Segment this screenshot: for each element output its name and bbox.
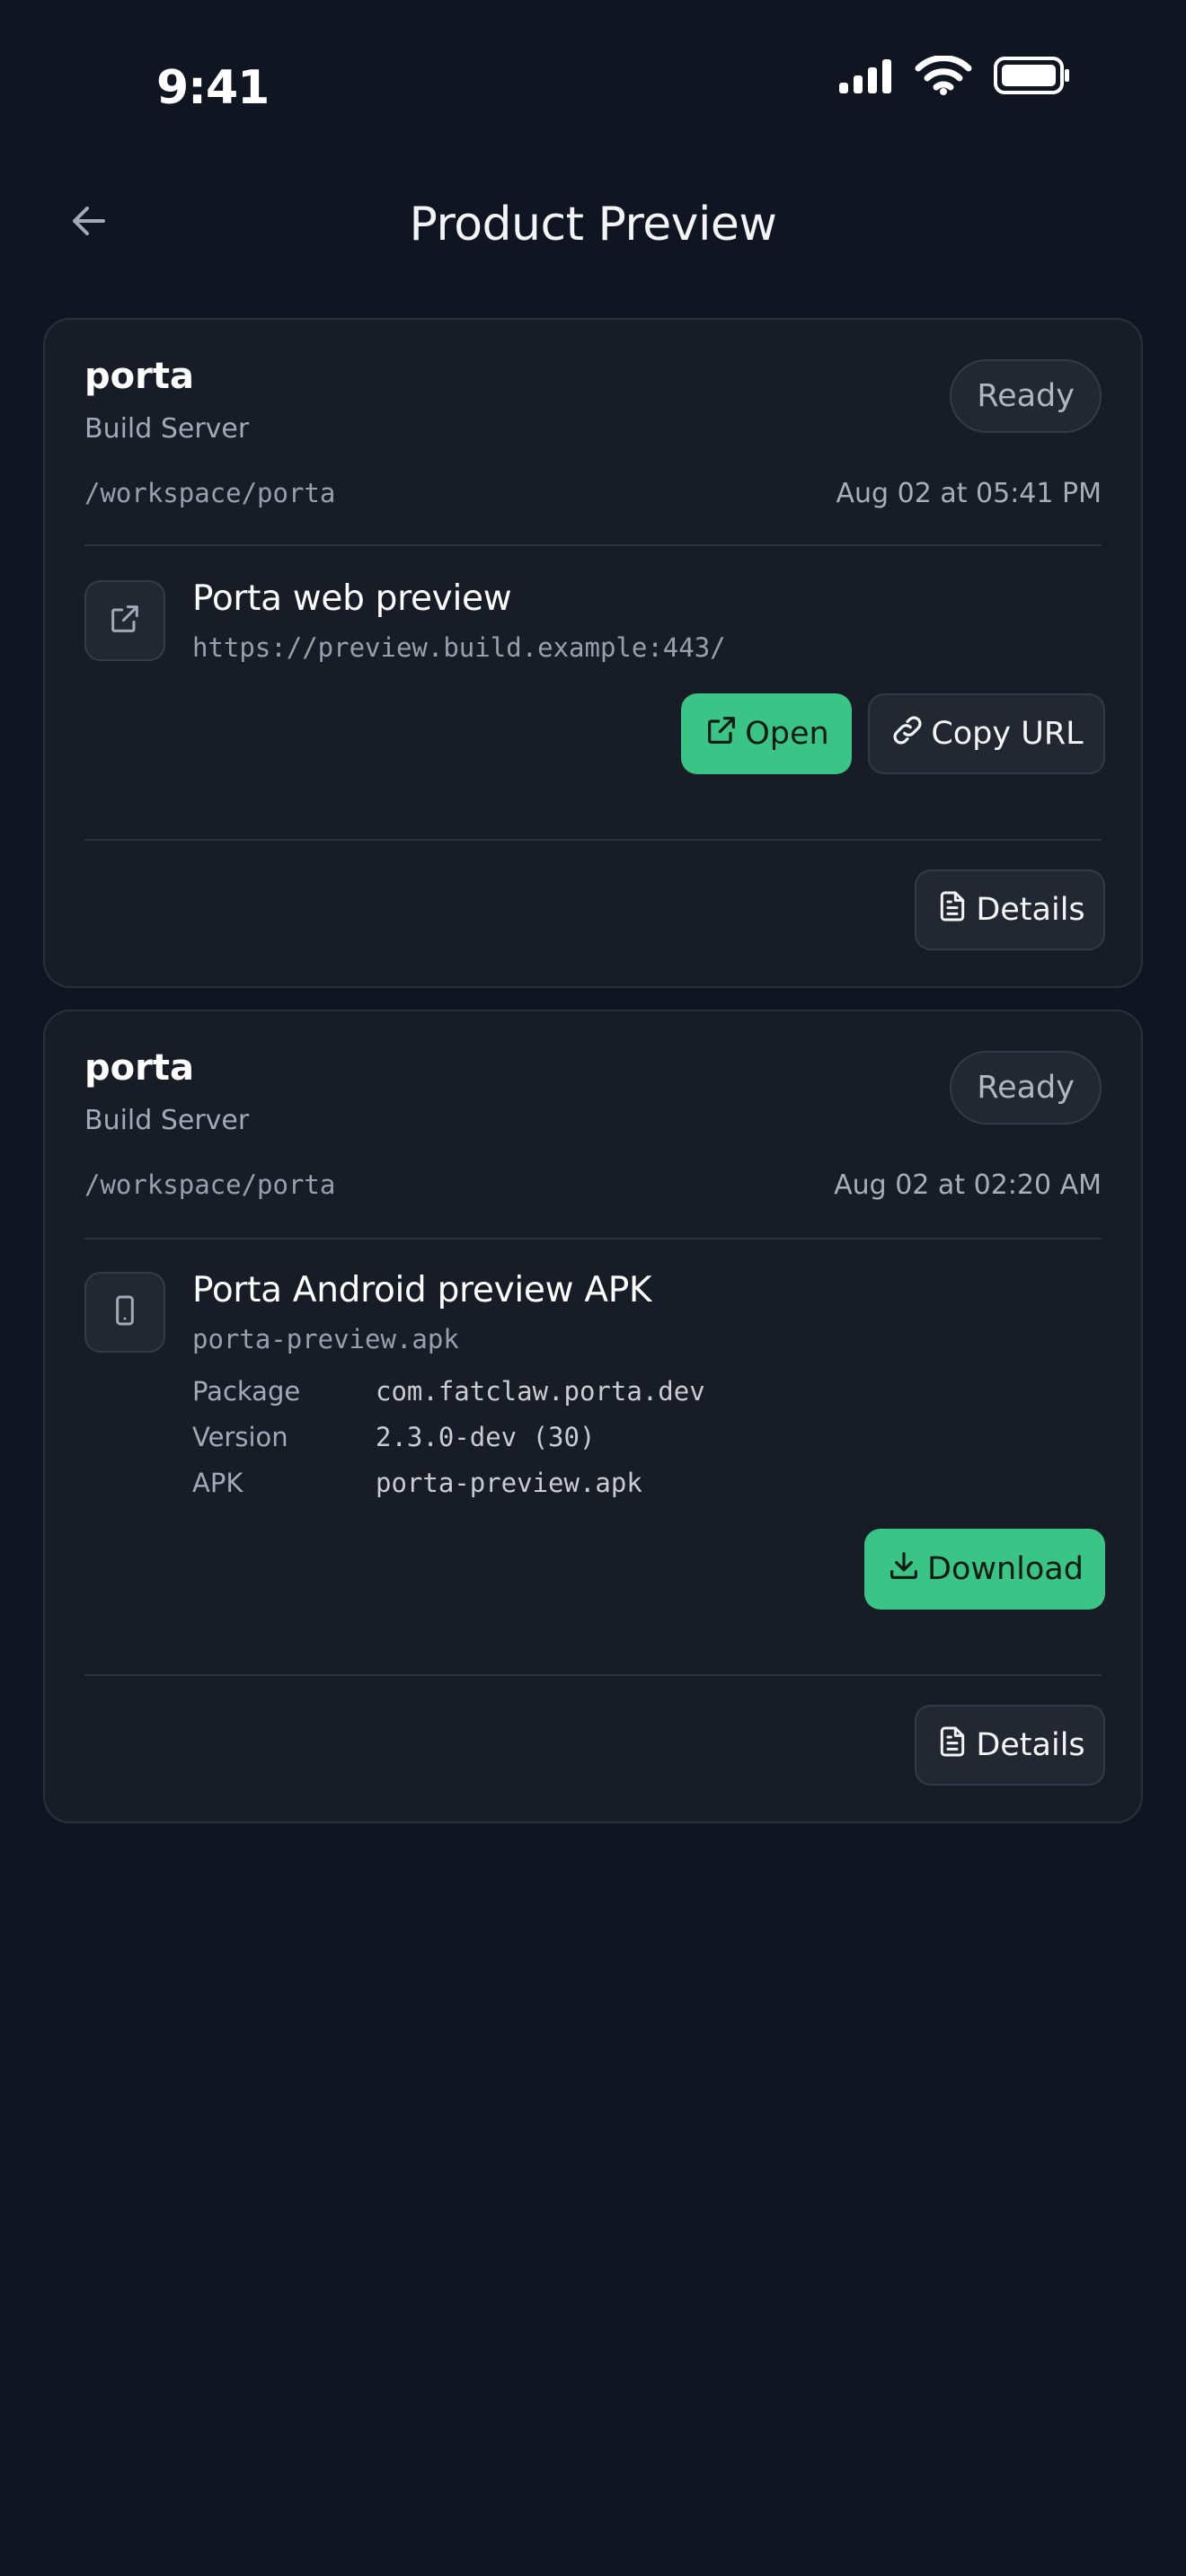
apk-filename: porta-preview.apk: [192, 1324, 459, 1354]
details-button[interactable]: Details: [915, 1705, 1105, 1786]
build-date: Aug 02 at 02:20 AM: [834, 1169, 1102, 1201]
status-bar: 9:41: [0, 0, 1186, 153]
divider: [84, 544, 1102, 546]
smartphone-icon: [107, 1292, 143, 1333]
item-icon-box: [84, 1272, 165, 1353]
workspace-path: /workspace/porta: [84, 478, 336, 508]
external-link-icon: [704, 712, 739, 756]
workspace-path: /workspace/porta: [84, 1169, 336, 1200]
divider: [84, 839, 1102, 841]
open-label: Open: [745, 716, 829, 752]
apk-label: APK: [192, 1468, 243, 1498]
package-row: Package com.fatclaw.porta.dev: [192, 1376, 705, 1407]
preview-card-apk: porta Build Server Ready /workspace/port…: [43, 1010, 1143, 1823]
item-icon-box: [84, 580, 165, 661]
details-label: Details: [976, 892, 1085, 928]
link-icon: [890, 712, 925, 756]
project-name: porta: [84, 356, 194, 397]
build-date: Aug 02 at 05:41 PM: [836, 478, 1102, 509]
package-value: com.fatclaw.porta.dev: [376, 1376, 705, 1407]
status-icons: [839, 55, 1071, 100]
preview-url: https://preview.build.example:443/: [192, 632, 726, 663]
cellular-signal-icon: [839, 57, 893, 98]
header: Product Preview: [0, 176, 1186, 275]
document-icon: [934, 888, 970, 932]
product-preview-screen: 9:41 Product Preview porta Build Server …: [0, 0, 1186, 2576]
open-button[interactable]: Open: [681, 693, 852, 774]
wifi-icon: [915, 55, 972, 100]
download-button[interactable]: Download: [864, 1529, 1105, 1610]
download-icon: [886, 1548, 922, 1592]
status-time: 9:41: [156, 61, 270, 115]
version-label: Version: [192, 1422, 288, 1452]
page-title: Product Preview: [409, 198, 777, 251]
download-label: Download: [927, 1551, 1084, 1587]
status-badge: Ready: [950, 359, 1102, 433]
details-button[interactable]: Details: [915, 869, 1105, 950]
details-label: Details: [976, 1727, 1085, 1763]
apk-row: APK porta-preview.apk: [192, 1468, 642, 1498]
apk-title: Porta Android preview APK: [192, 1270, 652, 1310]
server-name: Build Server: [84, 413, 250, 445]
version-row: Version 2.3.0-dev (30): [192, 1422, 595, 1452]
status-badge: Ready: [950, 1051, 1102, 1125]
divider: [84, 1238, 1102, 1239]
package-label: Package: [192, 1376, 301, 1407]
version-value: 2.3.0-dev (30): [376, 1422, 596, 1452]
preview-card-web: porta Build Server Ready /workspace/port…: [43, 318, 1143, 988]
preview-title: Porta web preview: [192, 578, 512, 619]
project-name: porta: [84, 1047, 194, 1089]
apk-value: porta-preview.apk: [376, 1468, 642, 1498]
external-link-icon: [107, 601, 143, 641]
copy-url-label: Copy URL: [931, 716, 1084, 752]
document-icon: [934, 1724, 970, 1768]
server-name: Build Server: [84, 1105, 250, 1136]
copy-url-button[interactable]: Copy URL: [868, 693, 1105, 774]
battery-icon: [994, 57, 1071, 99]
divider: [84, 1674, 1102, 1676]
